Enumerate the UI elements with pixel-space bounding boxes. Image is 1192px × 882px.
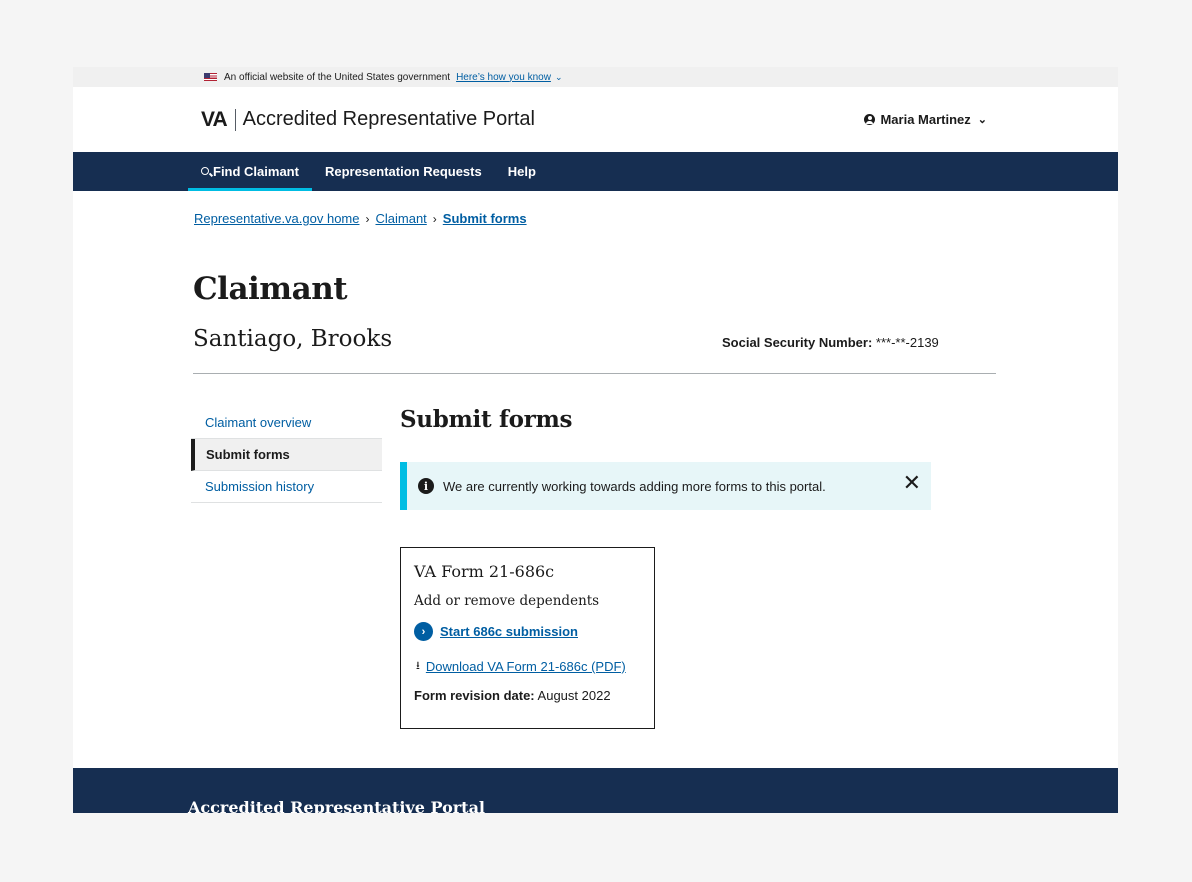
form-card-subtitle: Add or remove dependents — [414, 593, 600, 609]
ssn-value: ***-**-2139 — [875, 335, 939, 350]
user-name: Maria Martinez — [880, 112, 971, 127]
breadcrumb: Representative.va.gov home › Claimant › … — [194, 211, 527, 226]
va-logo: VA — [201, 107, 228, 131]
gov-banner-link[interactable]: Here’s how you know — [456, 72, 551, 83]
brand-logo-link[interactable]: VA Accredited Representative Portal — [201, 108, 535, 132]
nav-representation-requests[interactable]: Representation Requests — [312, 152, 495, 191]
site-header: VA Accredited Representative Portal Mari… — [73, 87, 1118, 152]
chevron-right-icon: › — [365, 211, 370, 226]
info-icon: i — [418, 478, 434, 494]
nav-item-label: Representation Requests — [324, 164, 482, 179]
site-footer: Accredited Representative Portal — [73, 768, 1118, 813]
download-form-label: Download VA Form 21-686c (PDF) — [425, 659, 626, 674]
page-frame: An official website of the United States… — [73, 67, 1118, 813]
section-title: Submit forms — [400, 406, 573, 433]
side-nav-submit-forms[interactable]: Submit forms — [191, 439, 382, 471]
gov-banner: An official website of the United States… — [73, 67, 1118, 87]
revision-value: August 2022 — [537, 688, 611, 703]
header-divider — [193, 373, 996, 374]
search-icon — [201, 166, 209, 175]
ssn-display: Social Security Number: ***-**-2139 — [722, 335, 939, 350]
footer-title: Accredited Representative Portal — [188, 798, 486, 813]
nav-help[interactable]: Help — [495, 152, 549, 191]
download-icon: ⭳ — [416, 660, 420, 672]
download-form-link[interactable]: ⭳ Download VA Form 21-686c (PDF) — [414, 657, 641, 676]
info-alert: i We are currently working towards addin… — [400, 462, 931, 510]
close-icon[interactable]: ✕ — [903, 473, 921, 495]
breadcrumb-claimant[interactable]: Claimant — [375, 211, 426, 226]
breadcrumb-submit-forms[interactable]: Submit forms — [443, 211, 527, 226]
us-flag-icon — [204, 73, 217, 81]
chevron-right-icon: › — [432, 211, 437, 226]
form-revision: Form revision date: August 2022 — [414, 688, 641, 703]
revision-label: Form revision date: — [414, 688, 535, 703]
nav-item-label: Find Claimant — [213, 164, 299, 179]
form-card-title: VA Form 21-686c — [414, 562, 555, 581]
user-icon — [864, 114, 876, 125]
nav-item-label: Help — [507, 164, 536, 179]
form-card: VA Form 21-686c Add or remove dependents… — [400, 547, 655, 729]
claimant-name: Santiago, Brooks — [193, 326, 393, 352]
brand-divider — [234, 108, 236, 131]
side-nav-claimant-overview[interactable]: Claimant overview — [191, 407, 382, 439]
chevron-down-icon: ⌄ — [977, 114, 987, 126]
nav-find-claimant[interactable]: Find Claimant — [188, 152, 312, 191]
side-nav-submission-history[interactable]: Submission history — [191, 471, 382, 503]
gov-banner-text: An official website of the United States… — [224, 71, 451, 83]
main-nav: Find Claimant Representation Requests He… — [73, 152, 1118, 191]
chevron-down-icon[interactable]: ⌄ — [555, 72, 563, 83]
user-menu-button[interactable]: Maria Martinez ⌄ — [864, 112, 987, 127]
alert-text: We are currently working towards adding … — [443, 478, 826, 494]
side-nav: Claimant overview Submit forms Submissio… — [191, 407, 382, 503]
chevron-right-circle-icon: › — [414, 622, 433, 641]
site-title: Accredited Representative Portal — [242, 108, 535, 130]
ssn-label: Social Security Number: — [722, 335, 873, 350]
start-submission-link[interactable]: › Start 686c submission — [414, 622, 641, 641]
page-title: Claimant — [193, 271, 348, 307]
breadcrumb-home[interactable]: Representative.va.gov home — [194, 211, 359, 226]
start-submission-label: Start 686c submission — [440, 624, 578, 639]
